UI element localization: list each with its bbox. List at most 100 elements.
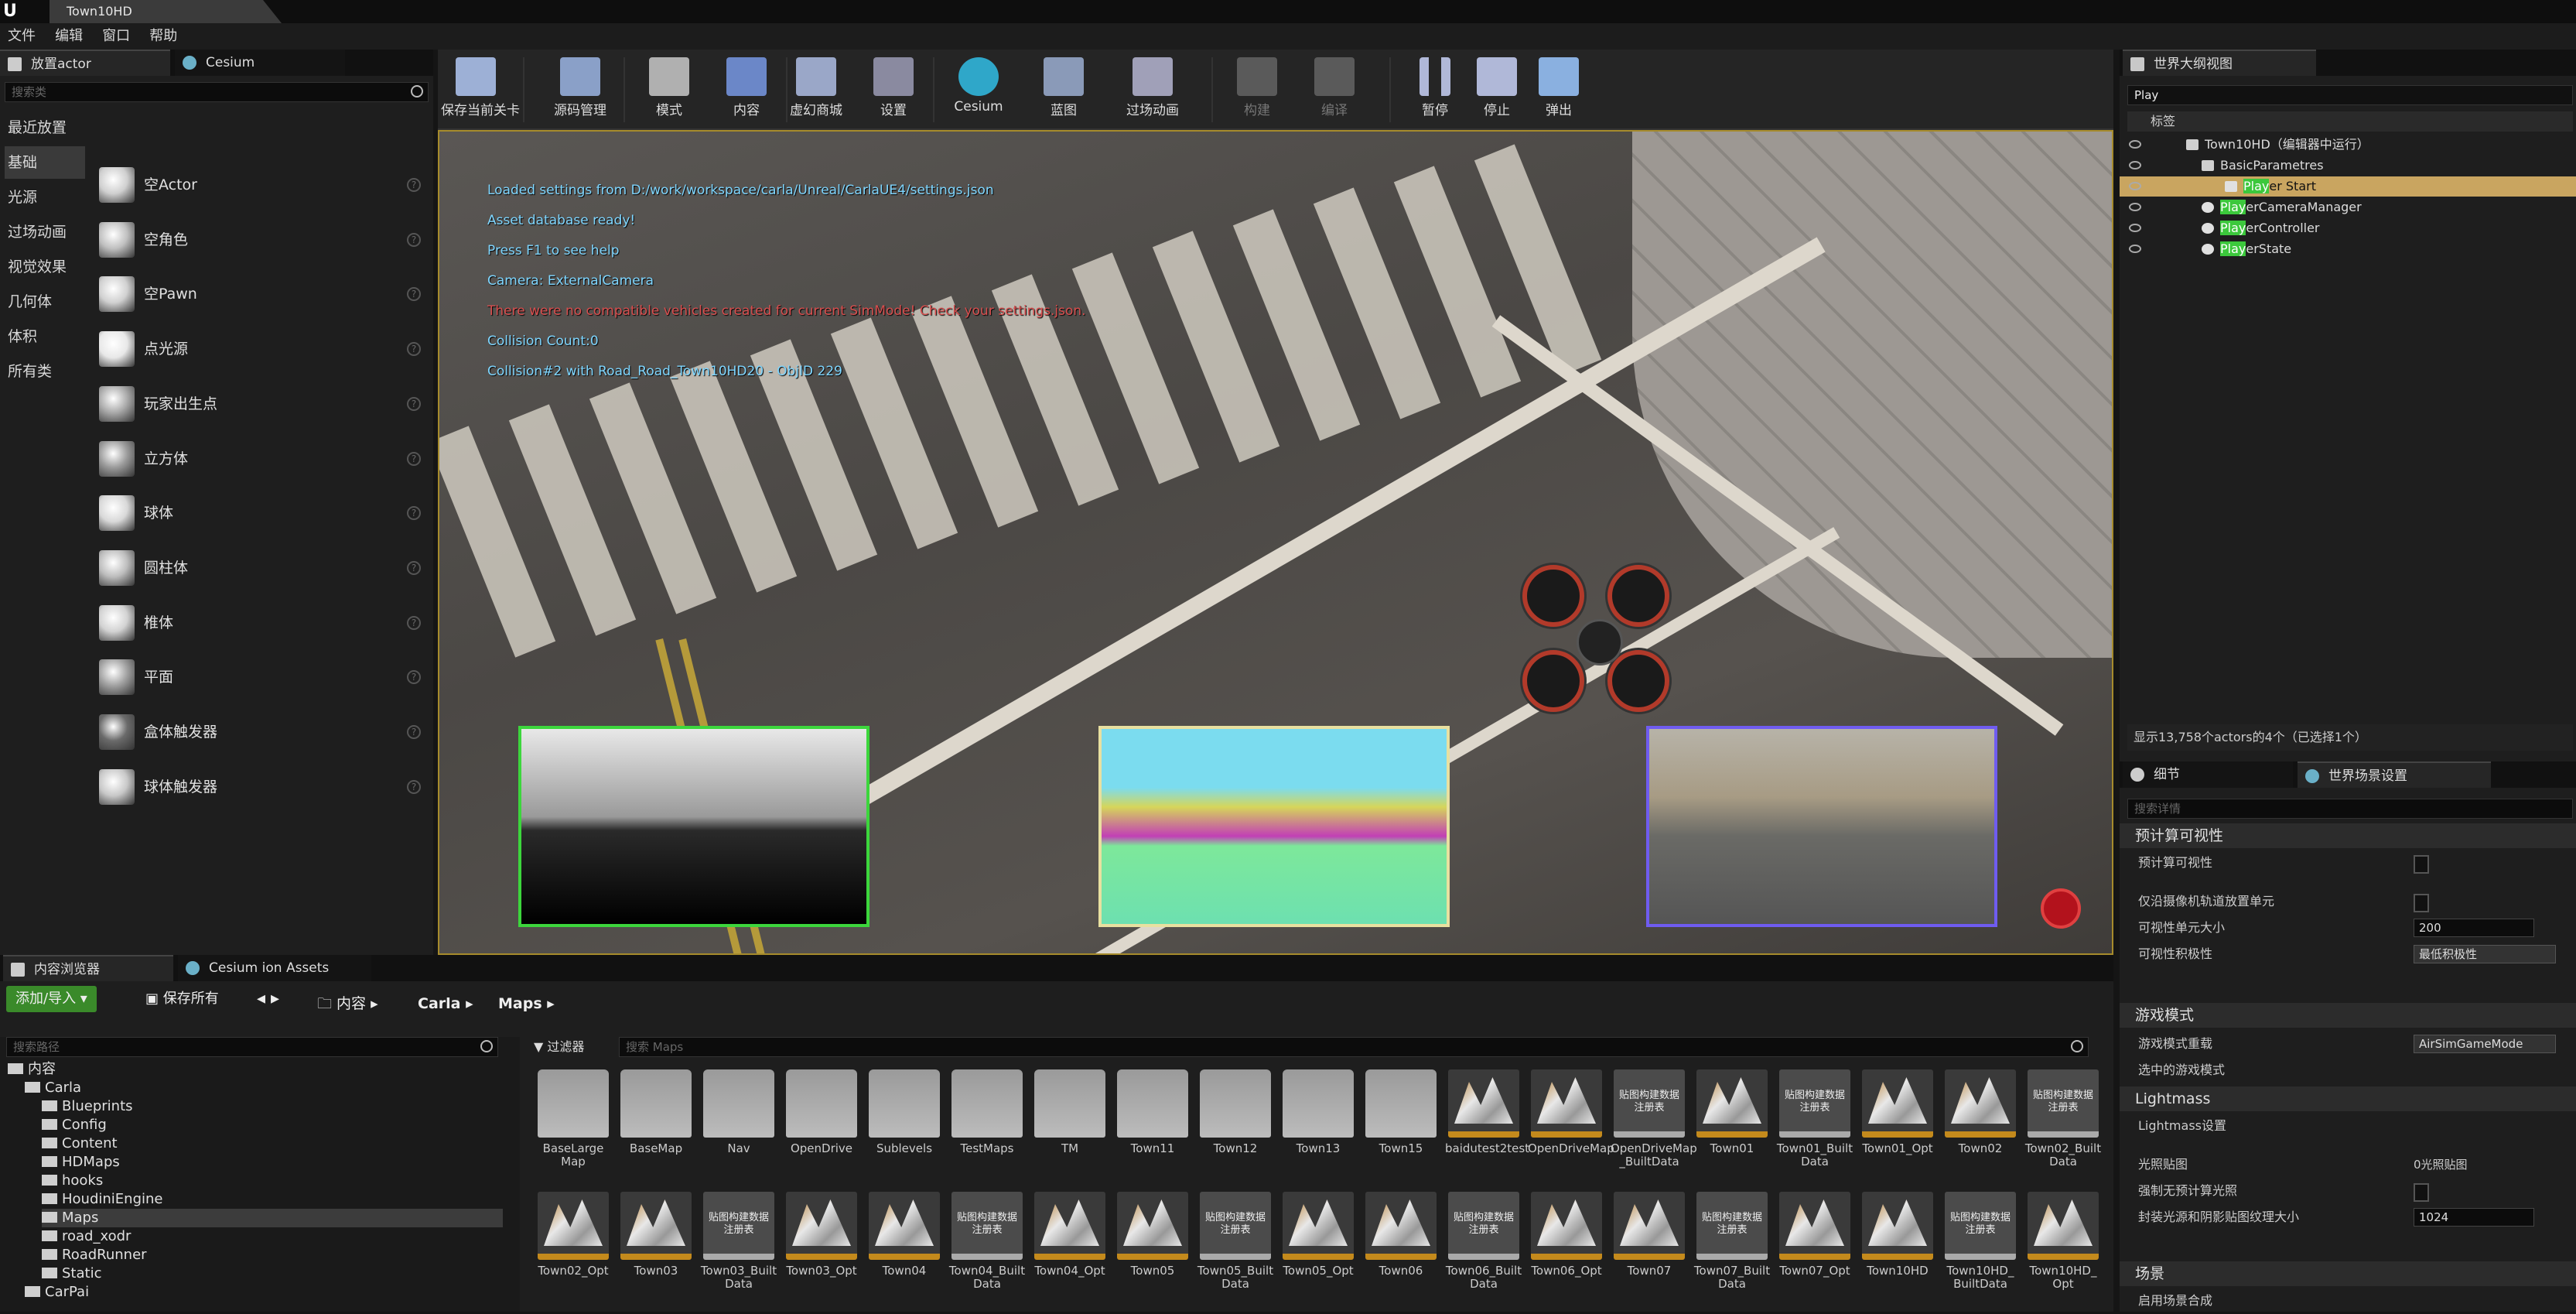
menu-file[interactable]: 文件 — [0, 23, 43, 50]
help-icon[interactable]: ? — [407, 725, 421, 739]
help-icon[interactable]: ? — [407, 560, 421, 575]
category-item[interactable]: 过场动画 — [5, 216, 85, 248]
breadcrumb-maps[interactable]: Maps ▸ — [498, 991, 555, 1017]
asset-tile[interactable]: Town03_Opt — [783, 1192, 860, 1278]
outliner-row[interactable]: PlayerController — [2120, 218, 2576, 238]
actor-item[interactable]: 球体? — [96, 489, 429, 537]
level-viewport[interactable]: Loaded settings from D:/work/workspace/c… — [438, 130, 2113, 955]
asset-tile[interactable]: Town01 — [1693, 1069, 1771, 1155]
save-all-button[interactable]: ▣ 保存所有 — [136, 986, 228, 1012]
asset-tile[interactable]: Nav — [700, 1069, 777, 1155]
asset-tile[interactable]: 贴图构建数据 注册表 Town05_Built Data — [1197, 1192, 1274, 1291]
asset-tile[interactable]: Town03 — [617, 1192, 695, 1278]
asset-tile[interactable]: baidutest2test — [1445, 1069, 1529, 1155]
folder-tree-item[interactable]: Config — [42, 1116, 503, 1134]
help-icon[interactable]: ? — [407, 779, 421, 794]
help-icon[interactable]: ? — [407, 506, 421, 521]
asset-tile[interactable]: 贴图构建数据 注册表 Town06_Built Data — [1445, 1192, 1522, 1291]
asset-tile[interactable]: Town07_Opt — [1776, 1192, 1853, 1278]
actor-item[interactable]: 玩家出生点? — [96, 380, 429, 428]
help-icon[interactable]: ? — [407, 287, 421, 302]
tab-content-browser[interactable]: 内容浏览器 — [3, 955, 173, 981]
asset-tile[interactable]: TM — [1031, 1069, 1109, 1155]
asset-tile[interactable]: Town06 — [1362, 1192, 1440, 1278]
asset-tile[interactable]: Town06_Opt — [1528, 1192, 1605, 1278]
breadcrumb-carla[interactable]: Carla ▸ — [418, 991, 473, 1017]
camera-track-cells-checkbox[interactable] — [2414, 894, 2429, 912]
asset-tile[interactable]: TestMaps — [948, 1069, 1026, 1155]
asset-tile[interactable]: Town12 — [1197, 1069, 1274, 1155]
toolbar-cinematics-button[interactable]: 过场动画 — [1106, 50, 1199, 130]
aggressiveness-dropdown[interactable]: 最低积极性 — [2414, 945, 2556, 963]
toolbar-save-button[interactable]: 保存当前关卡 — [441, 50, 520, 130]
asset-tile[interactable]: Town05 — [1114, 1192, 1191, 1278]
category-item[interactable]: 光源 — [5, 181, 85, 214]
toolbar-blueprint-button[interactable]: 蓝图 — [1029, 50, 1098, 130]
outliner-search-input[interactable]: Play — [2127, 85, 2573, 105]
section-game-mode[interactable]: 游戏模式 — [2120, 1003, 2576, 1028]
toolbar-eject-button[interactable]: 弹出 — [1524, 50, 1594, 130]
tab-cesium[interactable]: Cesium — [175, 50, 345, 76]
section-scene[interactable]: 场景 — [2120, 1261, 2576, 1286]
category-item[interactable]: 体积 — [5, 320, 85, 353]
packed-texture-input[interactable]: 1024 — [2414, 1208, 2534, 1227]
breadcrumb-root[interactable]: 🗀 内容 ▸ — [317, 991, 378, 1017]
record-button[interactable] — [2041, 888, 2081, 929]
section-precomputed-visibility[interactable]: 预计算可视性 — [2120, 823, 2576, 848]
help-icon[interactable]: ? — [407, 615, 421, 630]
folder-tree-item[interactable]: Static — [42, 1264, 503, 1283]
level-tab[interactable]: Town10HD — [50, 0, 282, 23]
asset-tile[interactable]: Town05_Opt — [1279, 1192, 1357, 1278]
toolbar-compile-button[interactable]: 编译 — [1300, 50, 1369, 130]
folder-tree-item[interactable]: 内容 — [8, 1060, 503, 1079]
asset-tile[interactable]: 贴图构建数据 注册表 Town02_Built Data — [2024, 1069, 2102, 1169]
tab-place-actor[interactable]: 放置actor — [0, 50, 170, 76]
category-item[interactable]: 几何体 — [5, 286, 85, 318]
folder-tree-item[interactable]: Maps — [42, 1209, 503, 1227]
class-search-input[interactable]: 搜索类 — [5, 82, 429, 102]
asset-tile[interactable]: Town13 — [1279, 1069, 1357, 1155]
prop-lightmass-settings[interactable]: Lightmass设置 — [2120, 1113, 2576, 1139]
outliner-row[interactable]: BasicParametres — [2120, 156, 2576, 176]
toolbar-source-control-button[interactable]: 源码管理 — [534, 50, 627, 130]
asset-tile[interactable]: Sublevels — [866, 1069, 943, 1155]
toolbar-modes-button[interactable]: 模式 — [634, 50, 704, 130]
asset-tile[interactable]: Town04_Opt — [1031, 1192, 1109, 1278]
tab-cesium-ion[interactable]: Cesium ion Assets — [178, 955, 371, 981]
asset-tile[interactable]: Town01_Opt — [1859, 1069, 1936, 1155]
asset-tile[interactable]: Town10HD_ Opt — [2024, 1192, 2102, 1291]
asset-tile[interactable]: 贴图构建数据 注册表 Town04_Built Data — [948, 1192, 1026, 1291]
toolbar-cesium-button[interactable]: Cesium — [944, 50, 1013, 130]
asset-tile[interactable]: 贴图构建数据 注册表 Town07_Built Data — [1693, 1192, 1771, 1291]
tab-details[interactable]: 细节 — [2123, 761, 2293, 788]
asset-tile[interactable]: BaseMap — [617, 1069, 695, 1155]
actor-item[interactable]: 空Actor? — [96, 161, 429, 209]
asset-tile[interactable]: Town04 — [866, 1192, 943, 1278]
visibility-eye-icon[interactable] — [2129, 203, 2141, 211]
outliner-row[interactable]: Town10HD（编辑器中运行） — [2120, 135, 2576, 155]
help-icon[interactable]: ? — [407, 670, 421, 685]
category-item[interactable]: 视觉效果 — [5, 251, 85, 283]
folder-tree-item[interactable]: road_xodr — [42, 1227, 503, 1246]
actor-item[interactable]: 椎体? — [96, 599, 429, 647]
game-mode-dropdown[interactable]: AirSimGameMode — [2414, 1035, 2556, 1053]
actor-item[interactable]: 点光源? — [96, 325, 429, 373]
asset-tile[interactable]: 贴图构建数据 注册表 Town03_Built Data — [700, 1192, 777, 1291]
help-icon[interactable]: ? — [407, 451, 421, 466]
outliner-row[interactable]: Player Start — [2120, 176, 2576, 197]
actor-item[interactable]: 球体触发器? — [96, 763, 429, 811]
menu-window[interactable]: 窗口 — [94, 23, 138, 50]
help-icon[interactable]: ? — [407, 342, 421, 357]
asset-tile[interactable]: 贴图构建数据 注册表 Town10HD_ BuiltData — [1942, 1192, 2019, 1291]
asset-tile[interactable]: 贴图构建数据 注册表 OpenDriveMap _BuiltData — [1611, 1069, 1697, 1169]
details-search-input[interactable]: 搜索详情 — [2127, 799, 2573, 819]
history-back-button[interactable]: ◂ ▸ — [248, 986, 289, 1012]
folder-tree-item[interactable]: HoudiniEngine — [42, 1190, 503, 1209]
force-no-precomputed-checkbox[interactable] — [2414, 1183, 2429, 1202]
category-item[interactable]: 所有类 — [5, 355, 85, 388]
actor-item[interactable]: 空Pawn? — [96, 270, 429, 318]
filters-button[interactable]: ▼ 过滤器 — [534, 1037, 611, 1057]
menu-edit[interactable]: 编辑 — [47, 23, 91, 50]
asset-tile[interactable]: 贴图构建数据 注册表 Town01_Built Data — [1776, 1069, 1853, 1169]
outliner-row[interactable]: PlayerState — [2120, 239, 2576, 259]
